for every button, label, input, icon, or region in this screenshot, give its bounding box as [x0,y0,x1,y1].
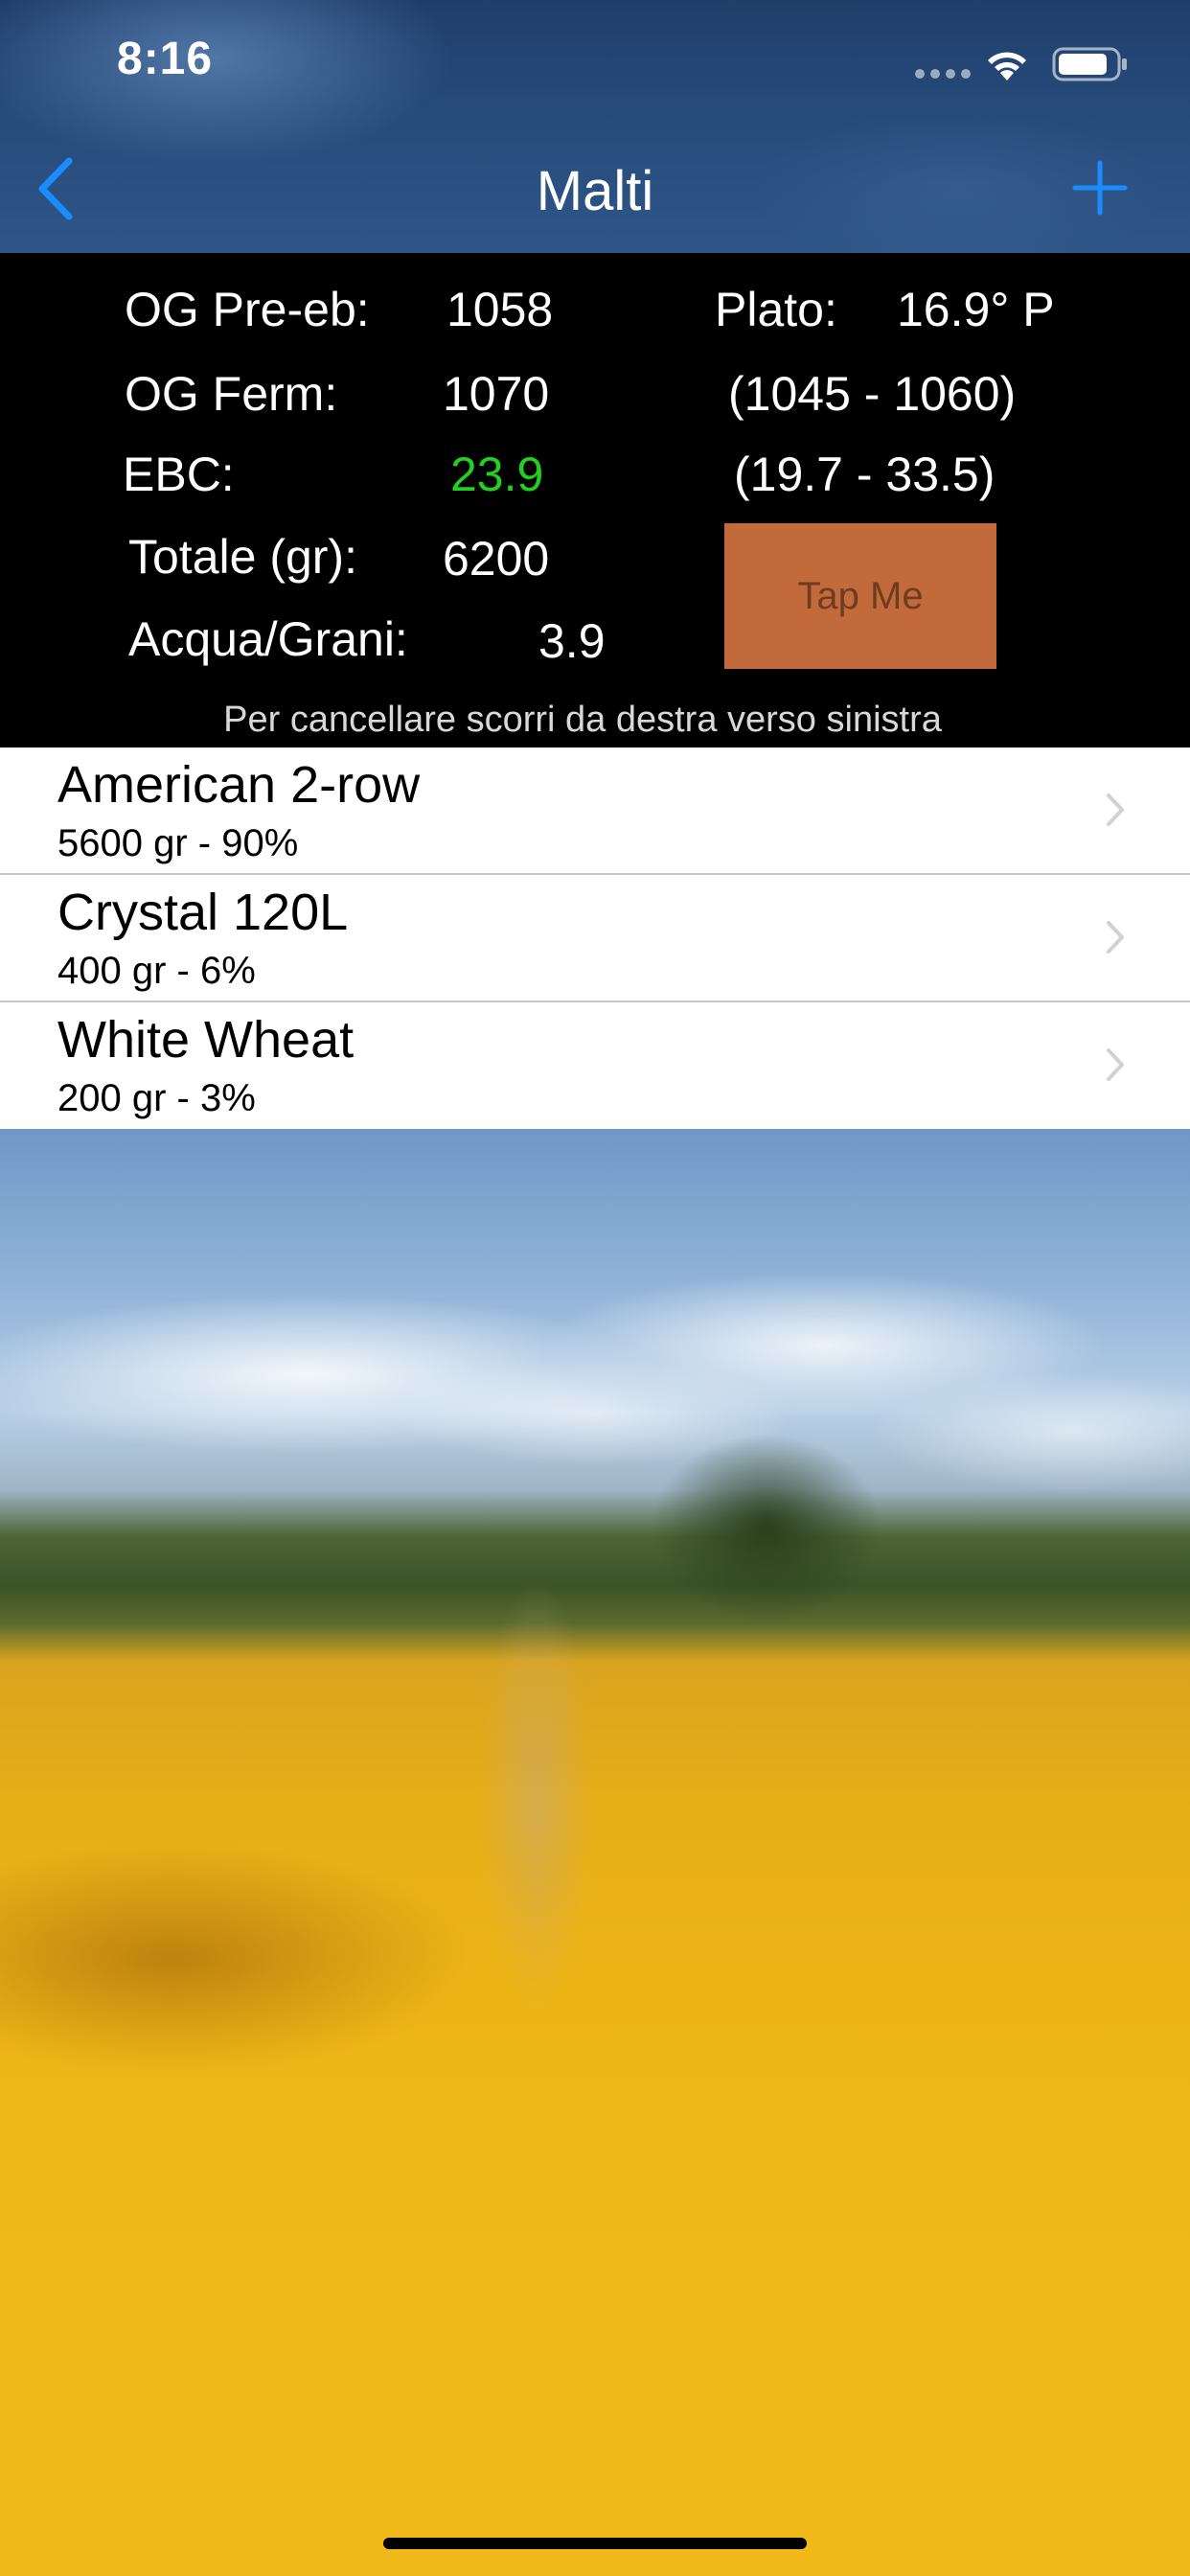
battery-icon [1052,47,1127,81]
malt-name: Crystal 120L [57,884,349,941]
add-icon[interactable] [1071,159,1129,217]
list-item[interactable]: Crystal 120L 400 gr - 6% [0,875,1190,1002]
list-item[interactable]: American 2-row 5600 gr - 90% [0,748,1190,875]
navigation-header: 8:16 Malti [0,0,1190,253]
chevron-right-icon [1107,921,1124,954]
status-time: 8:16 [117,34,214,84]
list-item[interactable]: White Wheat 200 gr - 3% [0,1002,1190,1129]
malt-detail: 400 gr - 6% [57,950,256,992]
chevron-right-icon [1107,1048,1124,1081]
stats-panel: OG Pre-eb: 1058 Plato: 16.9° P OG Ferm: … [0,253,1190,748]
og-ferm-value: 1070 [443,367,550,421]
swipe-hint: Per cancellare scorri da destra verso si… [223,700,942,740]
background-field-photo [0,1125,1190,2576]
og-pre-value: 1058 [446,283,554,336]
malt-list: American 2-row 5600 gr - 90% Crystal 120… [0,748,1190,1129]
og-range: (1045 - 1060) [728,367,1017,421]
plato-value: 16.9° P [897,283,1055,336]
totale-label: Totale (gr): [128,530,357,584]
malt-detail: 200 gr - 3% [57,1077,256,1119]
og-ferm-label: OG Ferm: [125,367,338,421]
chevron-right-icon [1107,794,1124,826]
tap-me-button[interactable]: Tap Me [724,523,996,669]
page-title: Malti [536,160,654,222]
acqua-grani-value: 3.9 [538,614,606,668]
acqua-grani-label: Acqua/Grani: [128,612,408,666]
malt-name: American 2-row [57,756,421,814]
ebc-value: 23.9 [450,448,544,501]
cellular-signal-icon [915,69,973,80]
wifi-icon [988,52,1026,80]
ebc-range: (19.7 - 33.5) [734,448,995,501]
ebc-label: EBC: [123,448,235,501]
home-indicator[interactable] [383,2538,807,2549]
malt-detail: 5600 gr - 90% [57,822,299,864]
totale-value: 6200 [443,532,550,586]
plato-label: Plato: [715,283,837,336]
og-pre-label: OG Pre-eb: [125,283,370,336]
malt-name: White Wheat [57,1011,355,1069]
